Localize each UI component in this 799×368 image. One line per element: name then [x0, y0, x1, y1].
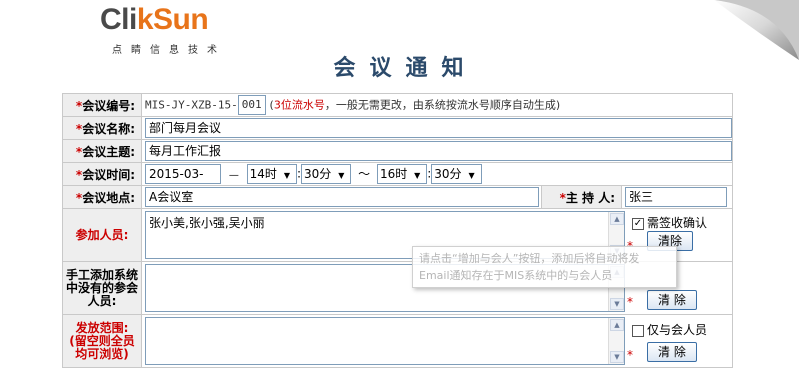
logo-wordmark: ClikSun: [100, 3, 209, 36]
row-meeting-name: *会议名称: 部门每月会议: [62, 116, 733, 140]
row-meeting-time: *会议时间: 2015-03-26 — 14时▼:30分▼ ～ 16时▼:30分…: [62, 162, 733, 199]
label-meeting-place: *会议地点:: [62, 185, 142, 209]
meeting-form: *会议编号: MIS-JY-XZB-15- 001 (3位流水号，一般无需更改，由…: [62, 93, 733, 368]
label-scope: 发放范围: (留空则全员 均可浏览): [62, 314, 142, 368]
label-meeting-name: *会议名称:: [62, 116, 142, 140]
meeting-no-prefix: MIS-JY-XZB-15-: [145, 98, 238, 112]
host-input[interactable]: 张三: [625, 187, 727, 207]
scroll-down-icon[interactable]: ▼: [610, 351, 624, 363]
scroll-up-icon[interactable]: ▲: [610, 213, 624, 225]
label-host: *主 持 人:: [541, 185, 622, 209]
scope-textarea[interactable]: ▲ ▼: [145, 317, 625, 365]
scroll-down-icon[interactable]: ▼: [610, 298, 624, 310]
require-confirm-label: 需签收确认: [647, 216, 708, 230]
required-mark: *: [627, 295, 633, 309]
row-meeting-no: *会议编号: MIS-JY-XZB-15- 001 (3位流水号，一般无需更改，由…: [62, 93, 733, 117]
end-minute-select[interactable]: 30分 ▼: [431, 164, 482, 184]
label-manual-attendees: 手工添加系统 中没有的参会 人员:: [62, 261, 142, 315]
meeting-no-input[interactable]: 001: [237, 95, 266, 115]
require-confirm-checkbox[interactable]: ✓: [632, 217, 644, 230]
scroll-up-icon[interactable]: ▲: [610, 319, 624, 331]
meeting-name-input[interactable]: 部门每月会议: [145, 118, 732, 138]
time-tilde: ～: [358, 166, 371, 181]
start-hour-select[interactable]: 14时 ▼: [246, 164, 297, 184]
required-mark: *: [627, 348, 633, 362]
clear-scope-button[interactable]: 清 除: [647, 342, 697, 362]
row-meeting-topic: *会议主题: 每月工作汇报: [62, 139, 733, 163]
chevron-down-icon: ▼: [468, 171, 475, 180]
label-meeting-time: *会议时间:: [62, 162, 142, 186]
label-meeting-no: *会议编号:: [62, 93, 142, 117]
logo-highlight-letter: k: [136, 3, 154, 36]
meeting-place-input[interactable]: A会议室: [145, 187, 539, 207]
chevron-down-icon: ▼: [414, 171, 421, 180]
attendees-only-label: 仅与会人员: [647, 323, 708, 337]
row-scope: 发放范围: (留空则全员 均可浏览) ▲ ▼ 仅与会人员 * 清 除: [62, 314, 733, 368]
chevron-down-icon: ▼: [283, 171, 291, 180]
scope-scrollbar[interactable]: ▲ ▼: [608, 318, 624, 364]
end-hour-select[interactable]: 16时 ▼: [376, 164, 428, 184]
clear-manual-attendees-button[interactable]: 清 除: [647, 290, 697, 310]
attendees-hint-tooltip: 请点击“增加与会人”按钮，添加后将自动将发 Email通知存在于MIS系统中的与…: [412, 246, 677, 288]
label-meeting-topic: *会议主题:: [62, 139, 142, 163]
row-meeting-place: *会议地点: A会议室 *主 持 人: 张三: [62, 185, 733, 209]
meeting-topic-input[interactable]: 每月工作汇报: [145, 141, 732, 161]
time-dash: —: [228, 169, 239, 181]
start-minute-select[interactable]: 30分 ▼: [300, 164, 352, 184]
meeting-no-hint: (3位流水号，一般无需更改，由系统按流水号顺序自动生成): [269, 98, 561, 112]
attendees-only-checkbox[interactable]: [632, 324, 644, 337]
meeting-date-input[interactable]: 2015-03-26: [145, 164, 221, 199]
label-attendees: 参加人员:: [62, 208, 142, 262]
company-logo: ClikSun 点睛信息技术: [100, 3, 245, 57]
chevron-down-icon: ▼: [338, 171, 345, 180]
page-title: 会议通知: [333, 55, 478, 81]
